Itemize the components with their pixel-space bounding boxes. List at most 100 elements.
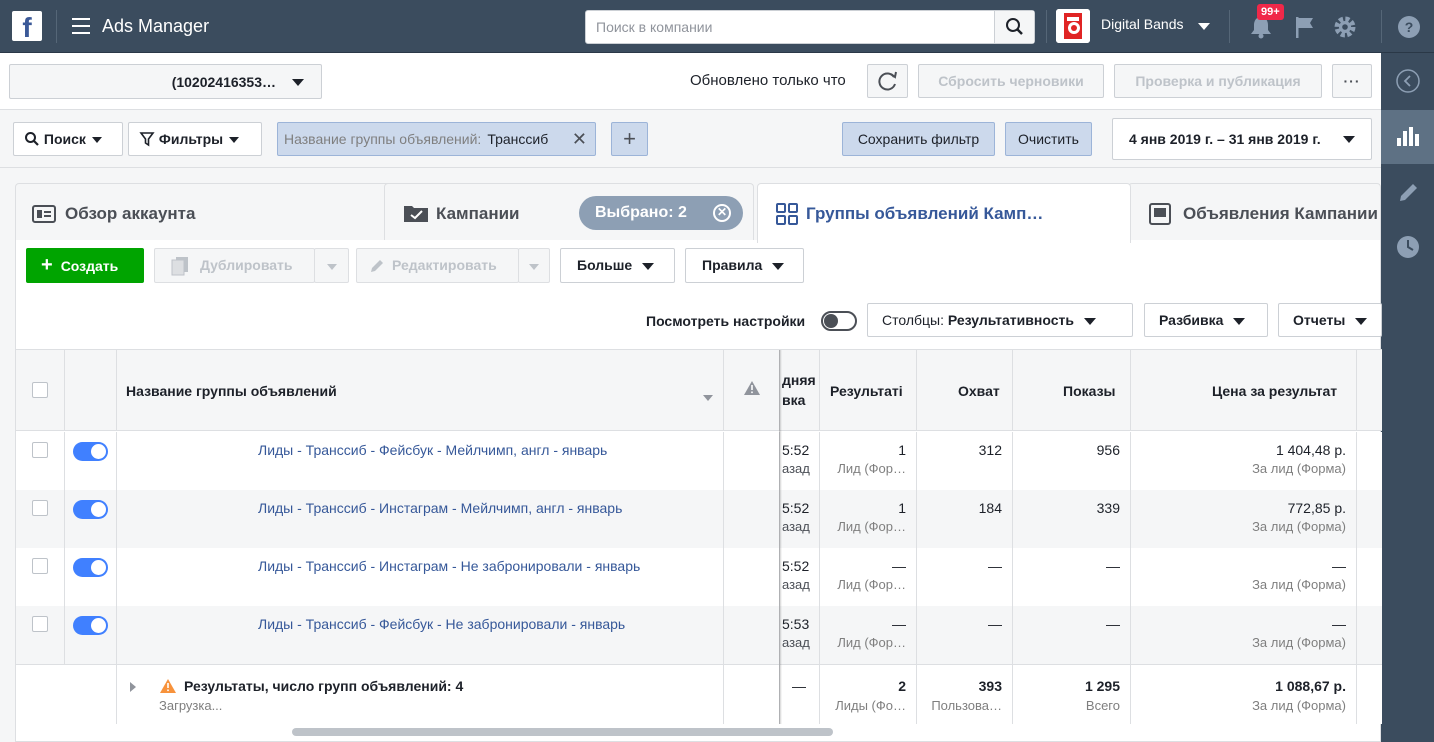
filters-button[interactable]: Фильтры — [128, 122, 262, 156]
toggle-knob — [91, 560, 106, 575]
refresh-button[interactable] — [867, 64, 908, 98]
table-row[interactable]: Лиды - Транссиб - Фейсбук - Мейлчимп, ан… — [16, 432, 1382, 490]
create-label: Создать — [60, 258, 119, 274]
save-filter-button[interactable]: Сохранить фильтр — [842, 122, 995, 156]
row-checkbox[interactable] — [32, 442, 48, 458]
column-header-reach[interactable]: Охват — [958, 383, 1000, 399]
flag-icon[interactable] — [1292, 14, 1318, 40]
tab-account-overview[interactable]: Обзор аккаунта — [15, 183, 400, 241]
overview-icon — [32, 205, 56, 223]
help-icon[interactable]: ? — [1396, 14, 1422, 40]
duplicate-dropdown-button[interactable] — [314, 248, 349, 283]
review-publish-button[interactable]: Проверка и публикация — [1114, 64, 1322, 98]
breakdown-button[interactable]: Разбивка — [1144, 303, 1268, 337]
row-checkbox[interactable] — [32, 616, 48, 632]
cell-results: 1 — [898, 442, 906, 458]
cell-time-sub: азад — [782, 577, 810, 592]
clear-filter-button[interactable]: Очистить — [1005, 122, 1092, 156]
charts-panel-button[interactable] — [1381, 110, 1434, 164]
column-divider — [1356, 350, 1357, 430]
expand-arrow-icon[interactable] — [130, 682, 136, 692]
facebook-logo-icon[interactable]: f — [12, 11, 42, 43]
tab-ads-label: Объявления Кампании — [1183, 204, 1378, 223]
ad-set-name-link[interactable]: Лиды - Транссиб - Инстаграм - Мейлчимп, … — [258, 500, 622, 516]
column-divider — [116, 432, 117, 490]
cell-results-sub: Лид (Фор… — [837, 577, 906, 592]
column-divider — [1130, 606, 1131, 664]
top-navigation-bar: f Ads Manager Digital Bands 99+ ? — [0, 0, 1434, 53]
table-row[interactable]: Лиды - Транссиб - Инстаграм - Не заброни… — [16, 548, 1382, 606]
ad-set-name-link[interactable]: Лиды - Транссиб - Фейсбук - Не заброниро… — [258, 616, 625, 632]
more-options-button[interactable]: ··· — [1332, 64, 1372, 98]
ad-set-name-link[interactable]: Лиды - Транссиб - Инстаграм - Не заброни… — [258, 558, 640, 574]
chevron-down-icon[interactable] — [1198, 23, 1210, 30]
cell-time: 5:53 — [782, 616, 810, 632]
select-all-checkbox[interactable] — [32, 382, 48, 398]
tab-ads[interactable]: Объявления Кампании — [1128, 183, 1381, 241]
cell-reach: — — [988, 558, 1002, 574]
cell-reach: — — [988, 616, 1002, 632]
account-selector[interactable]: (10202416353… — [9, 64, 322, 99]
brand-name[interactable]: Digital Bands — [1101, 16, 1184, 32]
app-title[interactable]: Ads Manager — [102, 16, 209, 37]
column-header-results[interactable]: Результаті — [830, 383, 903, 399]
add-filter-button[interactable]: + — [611, 122, 648, 156]
ad-set-status-toggle[interactable] — [73, 500, 108, 519]
rules-button[interactable]: Правила — [685, 248, 804, 283]
tab-campaigns[interactable]: Кампании Выбрано: 2 ✕ — [384, 183, 754, 241]
summary-impressions-sub: Всего — [1085, 698, 1120, 713]
discard-drafts-button[interactable]: Сбросить черновики — [918, 64, 1104, 98]
cell-cost-sub: За лид (Форма) — [1252, 577, 1346, 592]
column-header-name[interactable]: Название группы объявлений — [126, 383, 337, 399]
table-row[interactable]: Лиды - Транссиб - Фейсбук - Не заброниро… — [16, 606, 1382, 664]
column-divider — [723, 490, 724, 548]
columns-button[interactable]: Столбцы: Результативность — [867, 303, 1133, 337]
create-button[interactable]: + Создать — [26, 248, 144, 283]
summary-impressions: 1 295 — [1084, 678, 1120, 694]
brand-logo-icon[interactable] — [1056, 9, 1090, 43]
close-icon[interactable]: ✕ — [713, 204, 731, 222]
horizontal-scrollbar[interactable] — [292, 728, 833, 736]
selected-count-pill[interactable]: Выбрано: 2 ✕ — [579, 196, 743, 230]
more-button[interactable]: Больше — [560, 248, 675, 283]
pencil-icon — [371, 260, 383, 272]
search-filter-button[interactable]: Поиск — [13, 122, 123, 156]
ad-set-status-toggle[interactable] — [73, 558, 108, 577]
column-header-impressions[interactable]: Показы — [1063, 383, 1116, 399]
close-icon[interactable]: ✕ — [572, 123, 587, 155]
sort-caret-icon[interactable] — [703, 388, 713, 404]
date-range-picker[interactable]: 4 янв 2019 г. – 31 янв 2019 г. — [1112, 118, 1372, 160]
chevron-down-icon — [642, 262, 655, 270]
row-checkbox[interactable] — [32, 500, 48, 516]
divider — [1381, 10, 1382, 43]
edit-button[interactable]: Редактировать — [356, 248, 519, 283]
edit-panel-button[interactable] — [1381, 165, 1434, 219]
history-panel-button[interactable] — [1381, 220, 1434, 274]
ad-set-status-toggle[interactable] — [73, 442, 108, 461]
ad-set-name-link[interactable]: Лиды - Транссиб - Фейсбук - Мейлчимп, ан… — [258, 442, 607, 458]
duplicate-button[interactable]: Дублировать — [154, 248, 315, 283]
toggle-knob — [91, 618, 106, 633]
gear-icon[interactable] — [1332, 14, 1358, 40]
edit-dropdown-button[interactable] — [518, 248, 550, 283]
cell-time-sub: азад — [782, 519, 810, 534]
column-header-cost-per-result[interactable]: Цена за результат — [1212, 383, 1337, 399]
cell-cost: — — [1332, 558, 1346, 574]
cell-impressions: — — [1106, 558, 1120, 574]
updated-status: Обновлено только что — [690, 72, 846, 89]
collapse-panel-button[interactable] — [1381, 53, 1434, 107]
tab-ad-sets[interactable]: Группы объявлений Камп… — [757, 183, 1131, 243]
table-row[interactable]: Лиды - Транссиб - Инстаграм - Мейлчимп, … — [16, 490, 1382, 548]
cell-reach: 312 — [978, 442, 1002, 458]
cell-impressions: — — [1106, 616, 1120, 632]
view-settings-toggle[interactable] — [821, 311, 857, 331]
hamburger-menu-icon[interactable] — [72, 18, 90, 34]
active-filter-chip[interactable]: Название группы объявлений: Транссиб ✕ — [277, 122, 596, 156]
reports-button[interactable]: Отчеты — [1278, 303, 1382, 337]
row-checkbox[interactable] — [32, 558, 48, 574]
search-button[interactable] — [994, 11, 1034, 43]
grid-icon — [776, 203, 798, 225]
ad-set-status-toggle[interactable] — [73, 616, 108, 635]
column-divider — [723, 350, 724, 430]
company-search-input[interactable] — [586, 11, 996, 43]
